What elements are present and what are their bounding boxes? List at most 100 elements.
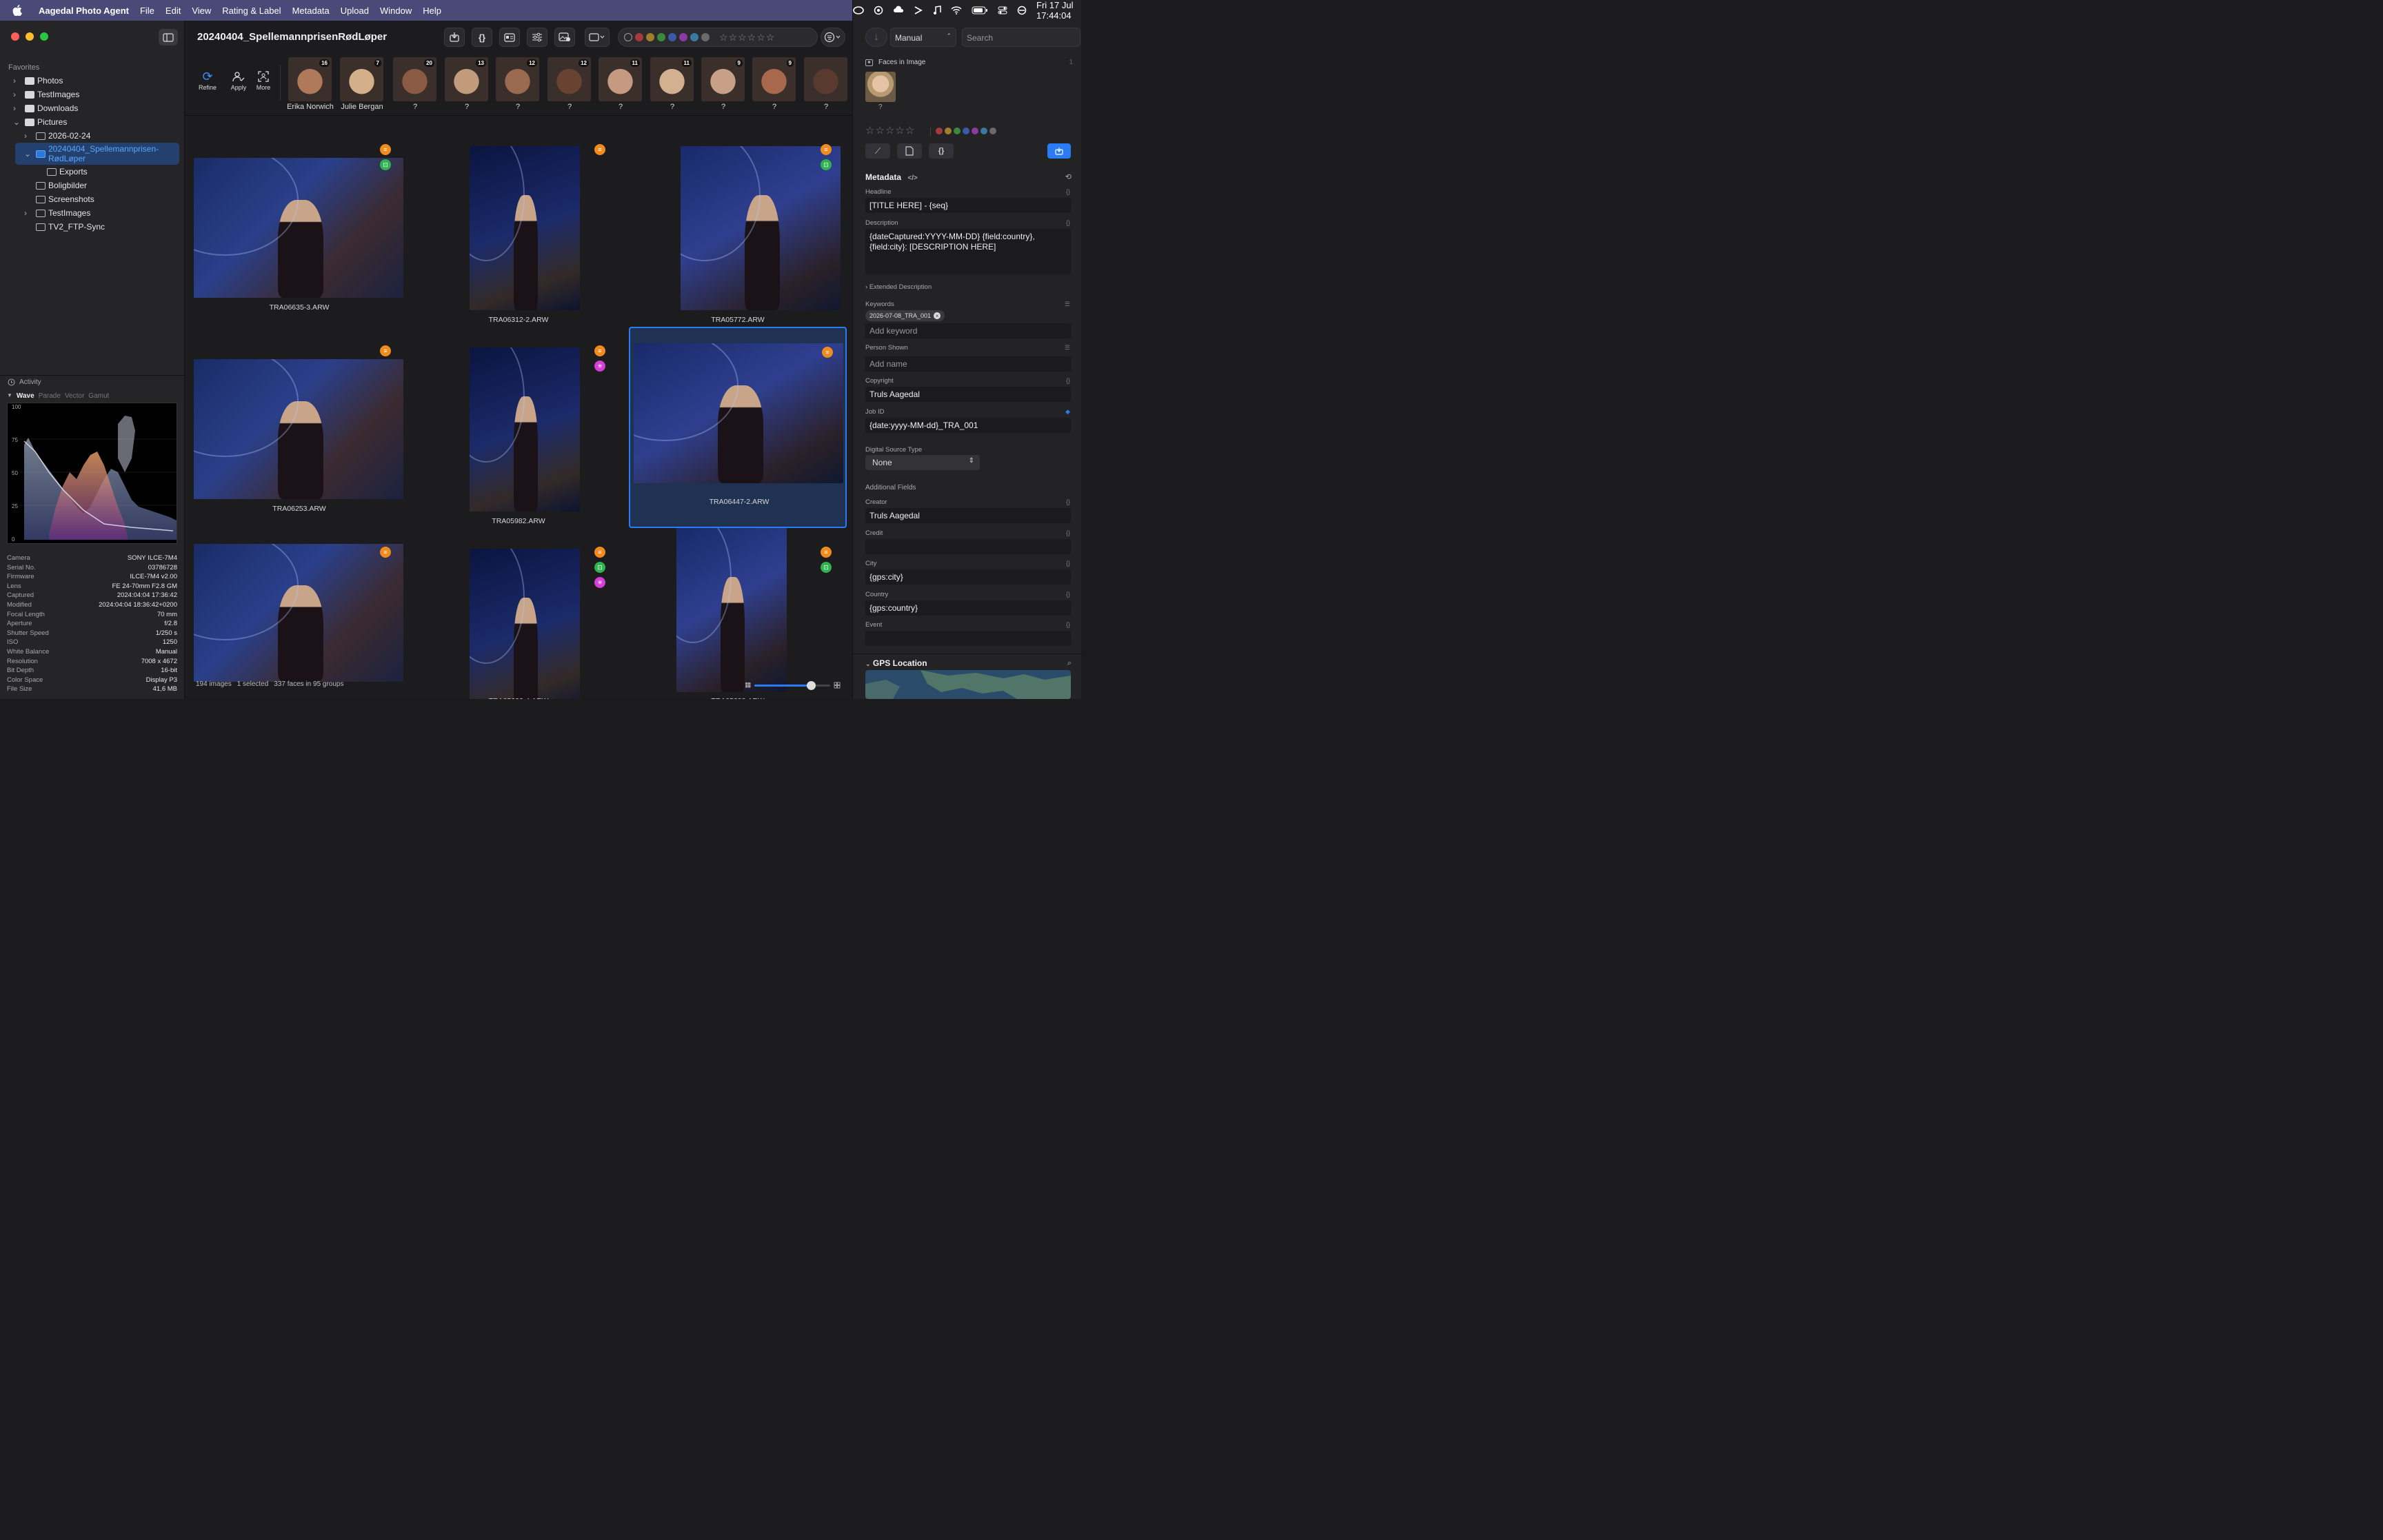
face-group-name[interactable]: Erika Norwich [283, 103, 338, 111]
add-keyword-input[interactable]: Add keyword [865, 323, 1071, 338]
frame-picker-button[interactable] [585, 28, 610, 47]
history-icon[interactable]: ⟲ [1065, 172, 1072, 181]
green-label-filter[interactable] [657, 33, 665, 41]
photo-thumbnail[interactable] [194, 544, 403, 682]
menu-edit[interactable]: Edit [160, 6, 186, 16]
braces-icon[interactable]: {} [1066, 621, 1070, 628]
chevron-right-icon[interactable]: › [13, 103, 20, 113]
menu-rating-label[interactable]: Rating & Label [217, 6, 286, 16]
orange-label-badge[interactable]: ≡ [594, 547, 605, 558]
template-variables-button[interactable]: {} [472, 28, 492, 47]
variables-button[interactable]: {} [929, 143, 954, 159]
purple-label-filter[interactable] [679, 33, 687, 41]
orange-label-badge[interactable]: ≡ [594, 144, 605, 155]
menu-window[interactable]: Window [374, 6, 417, 16]
chevron-down-icon[interactable]: ⌄ [24, 149, 31, 159]
thumbnail-size-slider[interactable] [745, 680, 848, 690]
menu-upload[interactable]: Upload [335, 6, 374, 16]
tab-vector[interactable]: Vector [65, 392, 84, 400]
rating-stars[interactable]: ☆☆☆☆☆ [865, 124, 915, 136]
face-group-thumbnail[interactable]: 12 [496, 57, 539, 101]
country-field[interactable]: {gps:country} [865, 600, 1071, 616]
music-icon[interactable] [933, 6, 941, 15]
face-group-thumbnail[interactable]: 9 [701, 57, 745, 101]
tab-wave[interactable]: Wave [17, 392, 34, 400]
photo-thumbnail[interactable] [194, 359, 403, 499]
list-icon[interactable]: ☰ [1065, 344, 1070, 352]
sidebar-item[interactable]: › TestImages [0, 88, 185, 101]
face-group-thumbnail[interactable] [804, 57, 847, 101]
keyword-tag[interactable]: 2026-07-08_TRA_001 × [865, 310, 945, 321]
credit-field[interactable] [865, 539, 1071, 554]
refine-button[interactable]: ⟳ Refine [192, 69, 223, 92]
menu-metadata[interactable]: Metadata [287, 6, 335, 16]
photo-cell[interactable]: TRA05808.ARW ≡ ⊡ [629, 528, 847, 699]
chevron-down-icon[interactable]: ⌄ [13, 117, 20, 127]
braces-icon[interactable]: {} [1066, 188, 1070, 195]
braces-icon[interactable]: {} [1066, 560, 1070, 567]
magenta-label-badge[interactable]: ✳ [594, 361, 605, 372]
face-group-thumbnail[interactable]: 20 [393, 57, 436, 101]
face-group-name[interactable]: ? [747, 103, 802, 111]
face-group-thumbnail[interactable]: 12 [547, 57, 591, 101]
gps-location-header[interactable]: ⌄ GPS Location [865, 658, 927, 668]
green-label-badge[interactable]: ⊡ [594, 562, 605, 573]
magenta-label-badge[interactable]: ✳ [594, 577, 605, 588]
zoom-window-button[interactable] [40, 32, 48, 41]
sidebar-item[interactable]: Boligbilder [0, 179, 185, 192]
search-field[interactable]: Search [962, 28, 1080, 47]
sidebar-item[interactable]: Exports [0, 165, 185, 179]
search-icon[interactable]: ⌕ [1067, 659, 1072, 668]
sidebar-item[interactable]: › Photos [0, 74, 185, 88]
event-field[interactable] [865, 631, 1071, 646]
tab-parade[interactable]: Parade [39, 392, 61, 400]
green-label[interactable] [954, 128, 961, 134]
list-options-button[interactable] [821, 28, 845, 47]
add-person-input[interactable]: Add name [865, 356, 1071, 372]
face-group-name[interactable]: ? [439, 103, 494, 111]
photo-thumbnail[interactable] [470, 549, 580, 699]
no-label-filter[interactable] [624, 33, 632, 41]
photo-cell[interactable]: TRA06312-2.ARW ≡ [410, 125, 627, 327]
braces-icon[interactable]: {} [1066, 498, 1070, 505]
job-id-field[interactable]: {date:yyyy-MM-dd}_TRA_001 [865, 418, 1071, 433]
tab-gamut[interactable]: Gamut [88, 392, 109, 400]
extended-description-toggle[interactable]: › Extended Description [865, 283, 932, 291]
orange-label-badge[interactable]: ≡ [822, 347, 833, 358]
photo-cell[interactable]: TRA06397-3.ARW≡ [190, 528, 408, 699]
menu-file[interactable]: File [134, 6, 160, 16]
sidebar-item[interactable]: › 2026-02-24 [0, 129, 185, 143]
face-group-thumbnail[interactable]: 7 [340, 57, 383, 101]
remove-keyword-icon[interactable]: × [934, 312, 941, 319]
sort-select[interactable]: Manual ⌃ [890, 28, 956, 47]
chevron-right-icon[interactable]: › [13, 90, 20, 99]
teal-label-filter[interactable] [690, 33, 698, 41]
menu-view[interactable]: View [186, 6, 217, 16]
copyright-field[interactable]: Truls Aagedal [865, 387, 1071, 402]
metadata-template-button[interactable] [897, 143, 922, 159]
teal-label[interactable] [981, 128, 987, 134]
face-thumbnail[interactable] [865, 72, 896, 102]
face-group-thumbnail[interactable]: 11 [650, 57, 694, 101]
minimize-window-button[interactable] [26, 32, 34, 41]
activity-header[interactable]: Activity [0, 375, 185, 387]
magic-button[interactable]: ⟋ [865, 143, 890, 159]
face-group-thumbnail[interactable]: 16 [288, 57, 332, 101]
photo-thumbnail[interactable] [470, 146, 580, 310]
clock[interactable]: Fri 17 Jul 17:44:04 [1036, 0, 1081, 21]
creator-field[interactable]: Truls Aagedal [865, 508, 1071, 523]
sidebar-toggle-button[interactable] [159, 29, 178, 45]
photo-cell[interactable]: TRA06253.ARW ≡ [190, 327, 408, 528]
sidebar-item[interactable]: ⌄ 20240404_Spellemannprisen-RødLøper [15, 143, 179, 165]
photo-cell[interactable]: TRA05633-4.ARW ≡ ⊡ ✳ [410, 528, 627, 699]
close-window-button[interactable] [11, 32, 19, 41]
orange-label-badge[interactable]: ≡ [821, 547, 832, 558]
face-group-name[interactable]: ? [542, 103, 597, 111]
photo-thumbnail[interactable] [470, 347, 580, 511]
apple-icon[interactable] [11, 4, 23, 17]
face-group-thumbnail[interactable]: 13 [445, 57, 488, 101]
download-button[interactable]: ↓ [865, 28, 887, 47]
tag-icon[interactable]: ◆ [1065, 408, 1070, 416]
photo-thumbnail[interactable] [676, 528, 787, 692]
chevron-right-icon[interactable]: › [13, 76, 20, 85]
